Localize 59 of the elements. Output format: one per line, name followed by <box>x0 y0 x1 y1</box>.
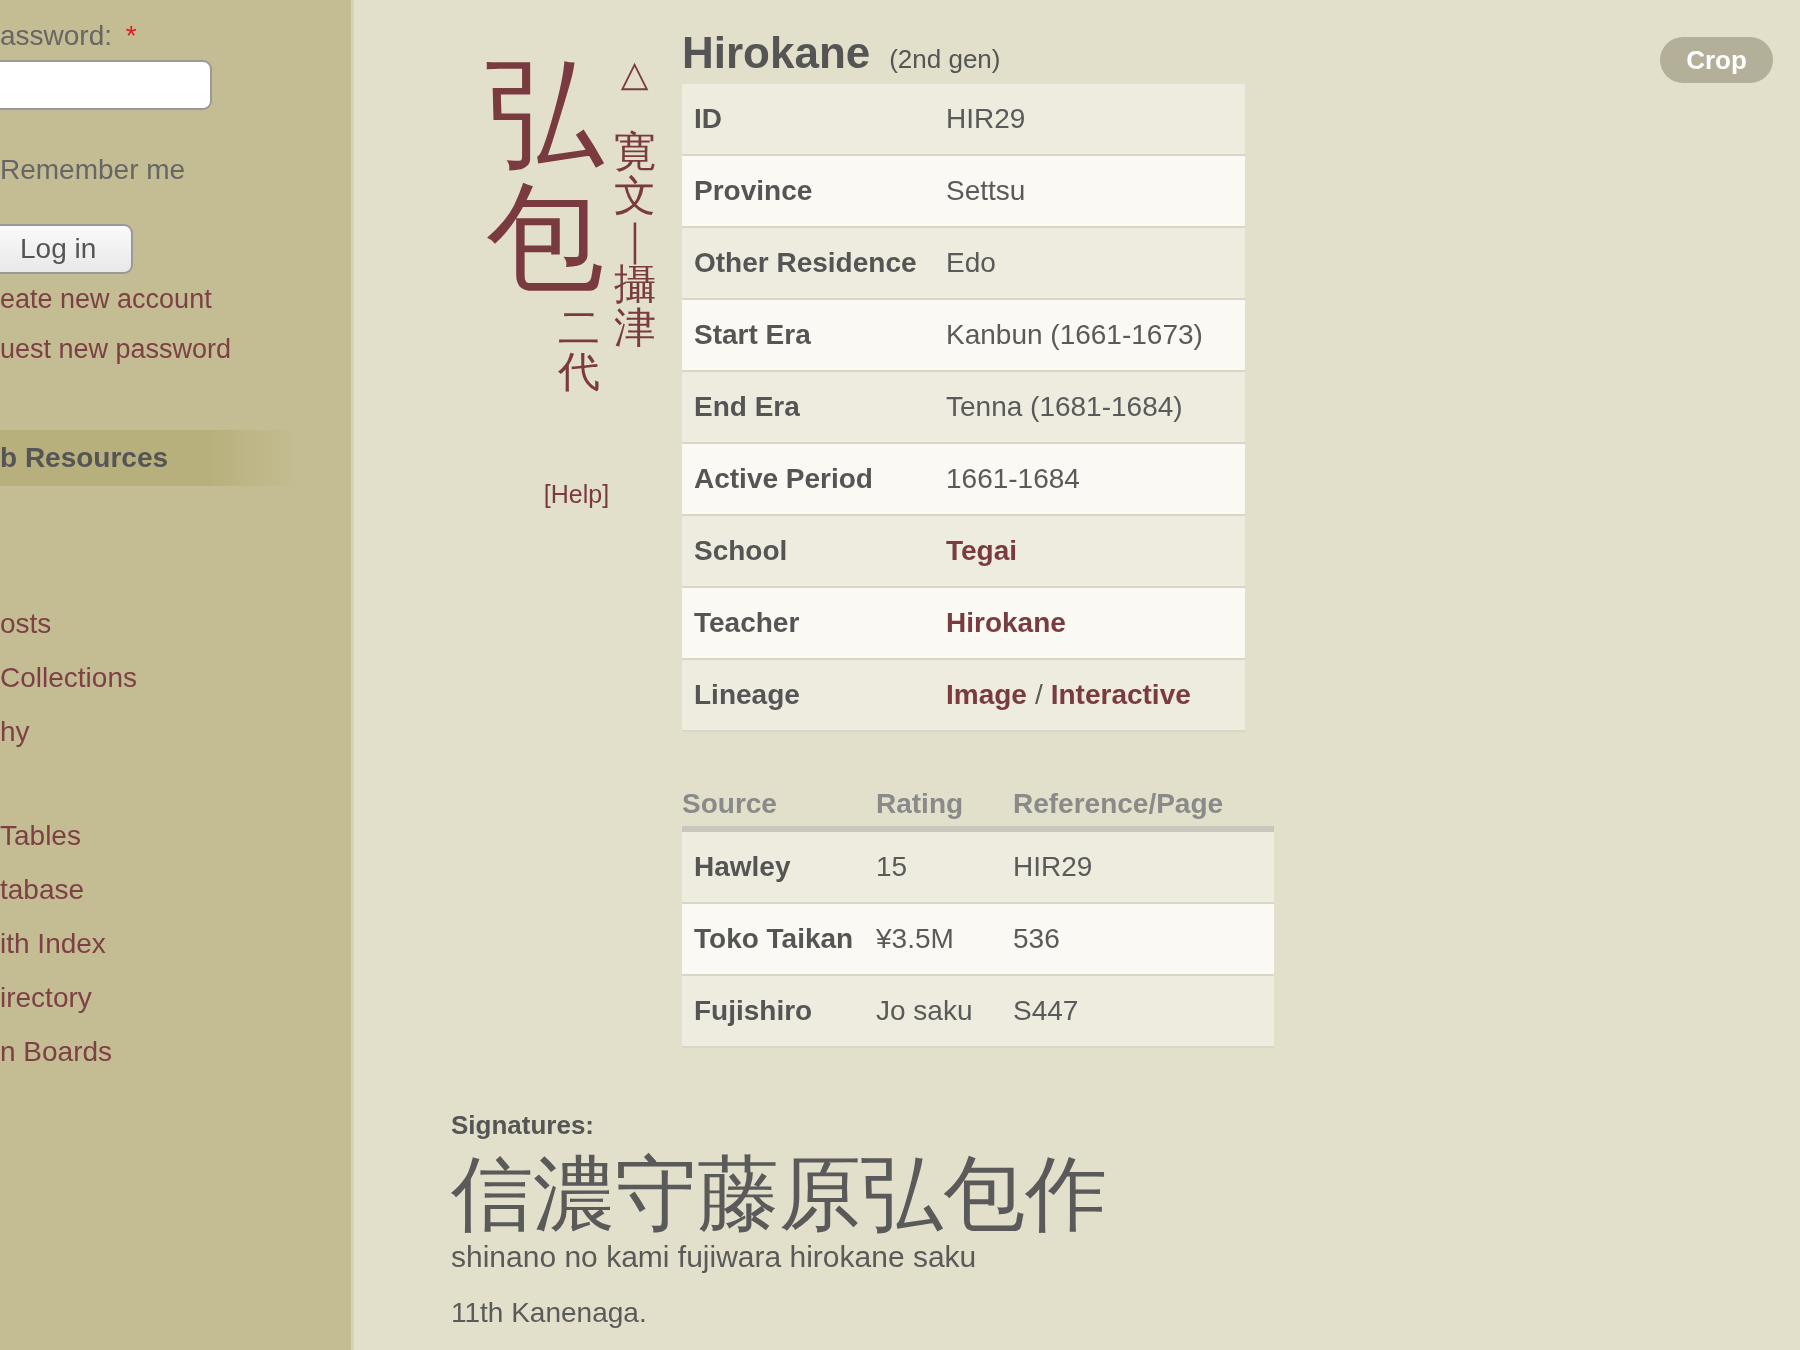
column-header: Source <box>682 788 778 820</box>
column-header: Rating <box>876 788 965 820</box>
nav-link[interactable]: tabase <box>0 872 85 926</box>
value-link[interactable]: Tegai <box>946 535 1018 567</box>
table-cell: S447 <box>1013 995 1079 1027</box>
name-kanji: 弘包 <box>485 52 604 300</box>
table-cell: 536 <box>1013 923 1060 955</box>
signature-note: 11th Kanenaga. <box>451 1297 647 1330</box>
row-label: ID <box>693 103 723 135</box>
table-cell: HIR29 <box>1013 851 1093 883</box>
password-field[interactable] <box>0 60 212 110</box>
row-value: HIR29 <box>946 103 1026 135</box>
password-label: assword: <box>0 20 113 51</box>
nav-link[interactable]: Collections <box>0 660 137 714</box>
nav-link[interactable]: osts <box>0 606 52 660</box>
smith-name: Hirokane <box>682 28 871 77</box>
row-label: Active Period <box>693 463 874 495</box>
table-cell-text: ¥3.5M <box>876 923 955 955</box>
mark-symbol: △ <box>620 56 649 92</box>
nav-link[interactable]: hy <box>0 714 30 768</box>
row-label: Other Residence <box>693 247 918 279</box>
row-value: Edo <box>946 247 996 279</box>
required-mark: * <box>125 20 137 51</box>
row-value: Settsu <box>946 175 1026 207</box>
signatures-heading: Signatures: <box>451 1110 596 1141</box>
table-cell-text: Toko Taikan <box>693 923 855 955</box>
generation-note: (2nd gen) <box>889 44 1001 74</box>
generation-kanji: 二代 <box>557 305 600 394</box>
row-label: End Era <box>693 391 801 423</box>
row-value: Tenna (1681-1684) <box>946 391 1183 423</box>
row-label: Start Era <box>693 319 812 351</box>
account-link[interactable]: eate new account <box>0 282 212 316</box>
signature-romaji: shinano no kami fujiwara hirokane saku <box>451 1239 977 1276</box>
crop-button[interactable]: Crop <box>1660 37 1773 83</box>
row-label: Province <box>693 175 814 207</box>
row-value: / <box>1034 679 1043 711</box>
value-link[interactable]: Interactive <box>1050 679 1191 711</box>
table-cell-text: Jo saku <box>876 995 974 1027</box>
row-value: 1661-1684 <box>946 463 1080 495</box>
nav-link[interactable]: irectory <box>0 980 92 1034</box>
table-cell-text: 15 <box>876 851 909 883</box>
signature-kanji: 信濃守藤原弘包作 <box>451 1149 1107 1240</box>
login-button[interactable]: Log in <box>0 224 133 274</box>
column-header: Reference/Page <box>1013 788 1224 820</box>
row-value: Kanbun (1661-1673) <box>946 319 1203 351</box>
nav-link[interactable]: ith Index <box>0 926 106 980</box>
value-link[interactable]: Image <box>946 679 1027 711</box>
nav-link[interactable]: n Boards <box>0 1034 113 1088</box>
help-link[interactable]: [Help] <box>543 479 610 509</box>
row-label: Teacher <box>693 607 801 639</box>
value-link[interactable]: Hirokane <box>946 607 1066 639</box>
row-label: Lineage <box>693 679 801 711</box>
nav-link[interactable]: Tables <box>0 818 81 872</box>
remember-label[interactable]: Remember me <box>0 154 351 190</box>
table-cell-text: Fujishiro <box>693 995 814 1027</box>
row-label: School <box>693 535 789 567</box>
era-province-kanji: 寛文｜攝津 <box>613 130 656 351</box>
account-link[interactable]: uest new password <box>0 332 232 366</box>
table-cell-text: Hawley <box>693 851 792 883</box>
